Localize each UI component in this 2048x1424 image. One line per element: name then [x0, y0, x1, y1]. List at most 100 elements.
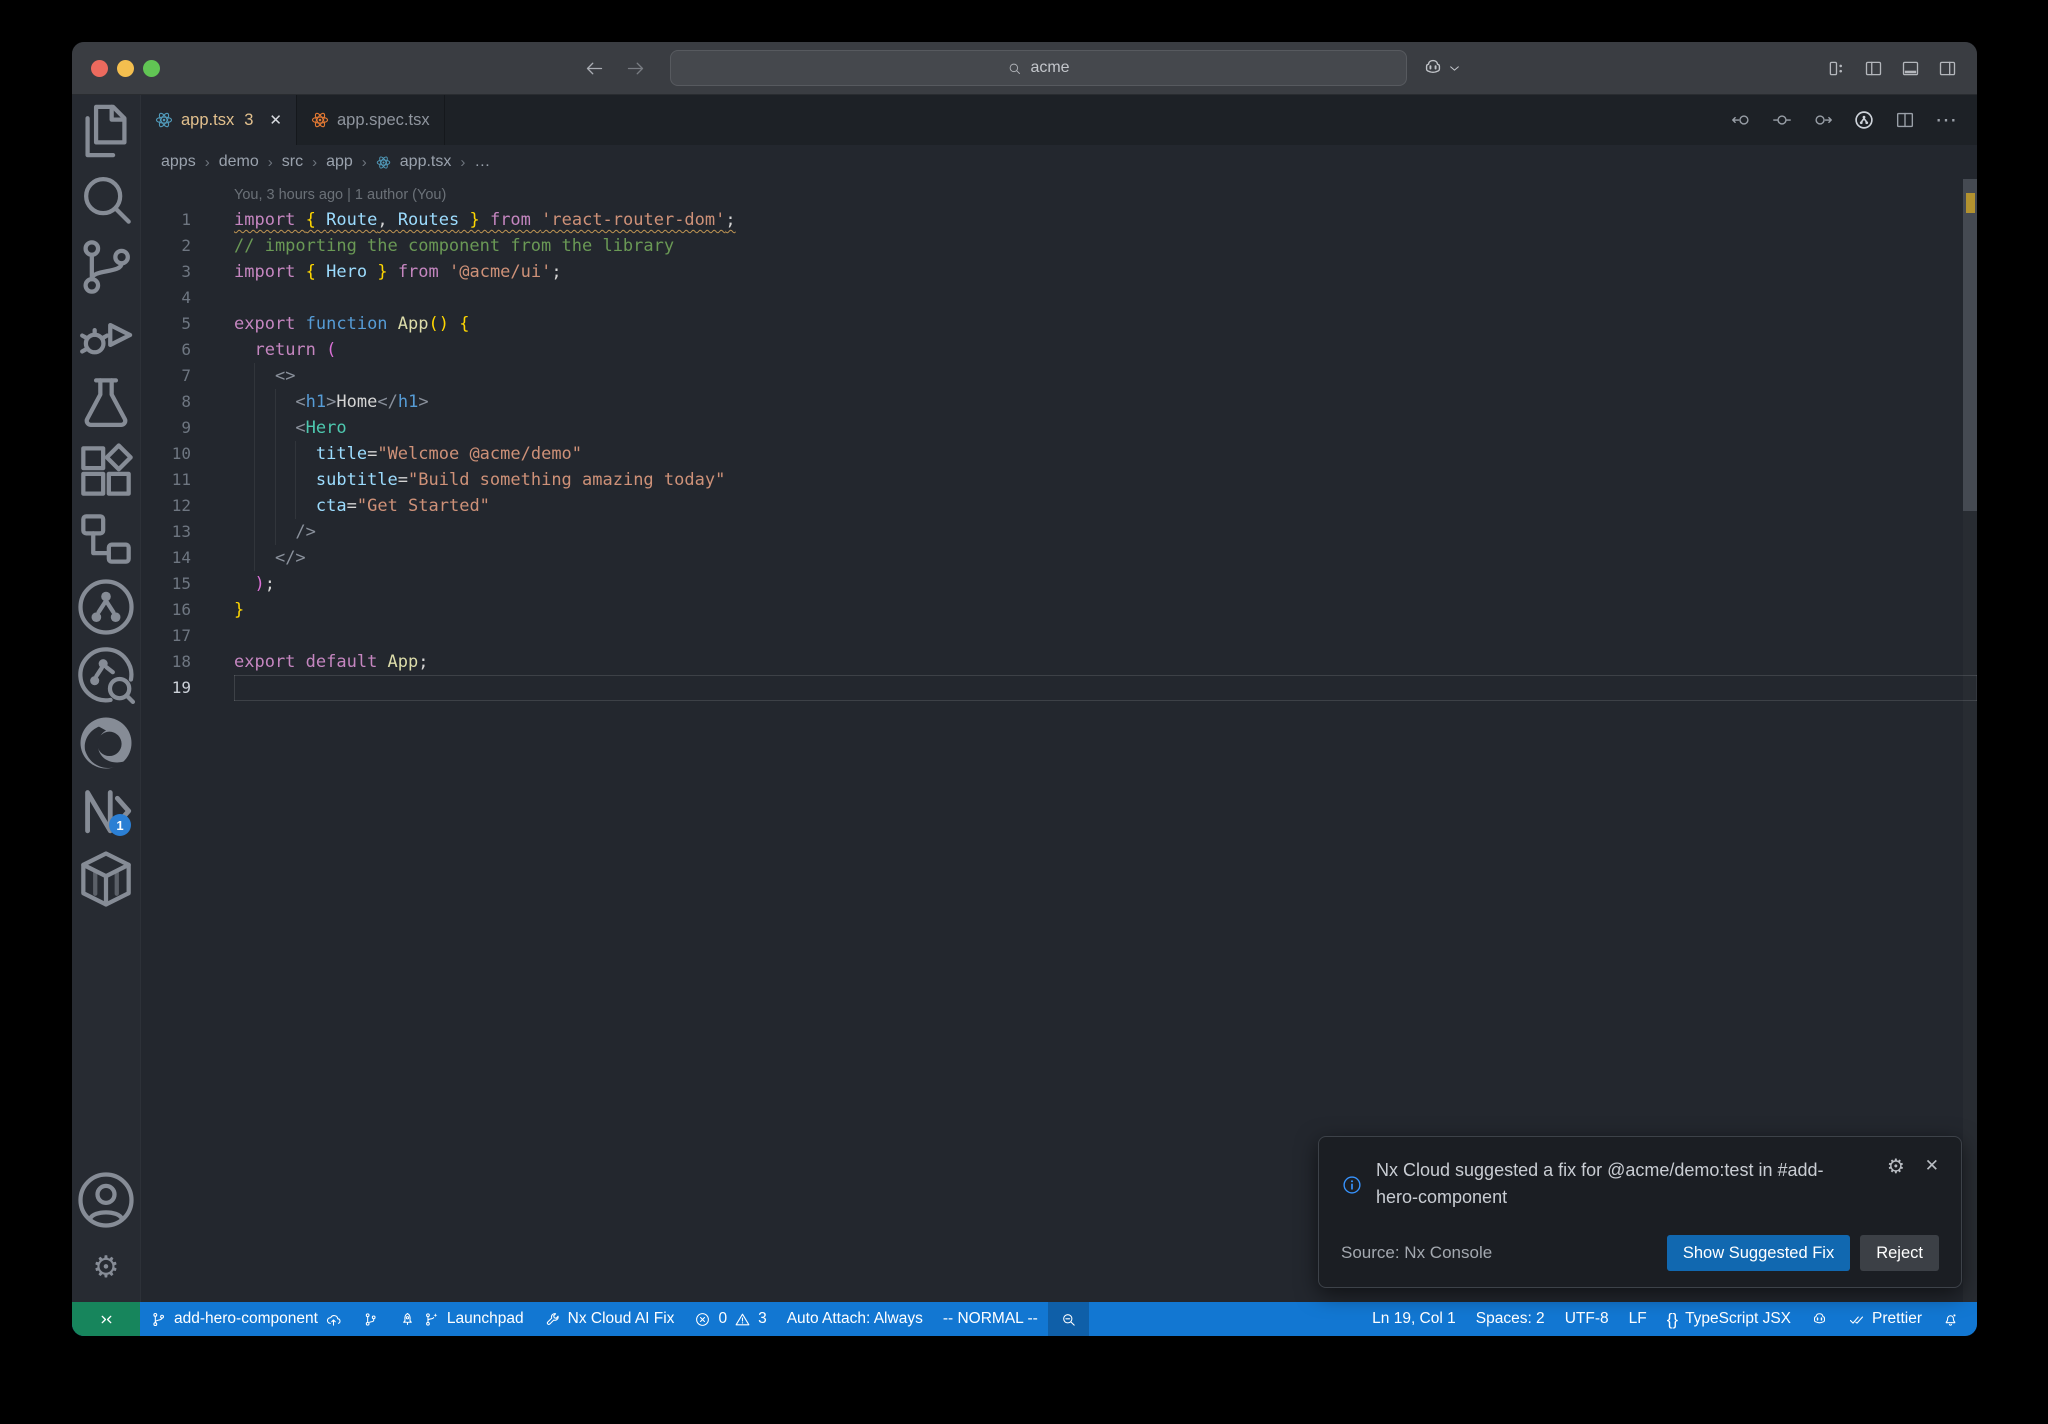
toggle-secondary-sidebar-icon[interactable] — [1937, 58, 1958, 79]
copilot-status[interactable] — [1801, 1302, 1838, 1336]
split-editor-icon[interactable] — [1894, 109, 1916, 131]
code-line[interactable]: 13 /> — [141, 519, 1977, 545]
react-icon — [376, 155, 391, 170]
breadcrumb-item[interactable]: apps — [161, 153, 196, 171]
rocket-icon — [399, 1311, 416, 1328]
graph-search-icon[interactable] — [72, 641, 140, 709]
testing-icon[interactable] — [72, 369, 140, 437]
layout-controls — [1826, 58, 1958, 79]
close-window-button[interactable] — [91, 59, 108, 77]
remote-indicator[interactable] — [72, 1302, 140, 1336]
blame-annotation[interactable]: You, 3 hours ago | 1 author (You) — [234, 183, 446, 207]
notifications-bell[interactable] — [1932, 1302, 1969, 1336]
indentation[interactable]: Spaces: 2 — [1466, 1302, 1555, 1336]
commit-graph[interactable] — [352, 1302, 389, 1336]
git-branch[interactable]: add-hero-component — [140, 1302, 352, 1336]
zoom-window-button[interactable] — [143, 59, 160, 77]
source-control-icon[interactable] — [72, 233, 140, 301]
vim-mode[interactable]: -- NORMAL -- — [933, 1302, 1048, 1336]
scrollbar[interactable] — [1963, 179, 1977, 1302]
customize-layout-icon[interactable] — [1826, 58, 1847, 79]
toggle-primary-sidebar-icon[interactable] — [1863, 58, 1884, 79]
code-line[interactable]: 5 export function App() { — [141, 311, 1977, 337]
notification-close-icon[interactable]: ✕ — [1925, 1157, 1939, 1174]
problems[interactable]: 03 — [684, 1302, 776, 1336]
explorer-icon[interactable] — [72, 97, 140, 165]
container-icon[interactable] — [72, 845, 140, 913]
status-text: Launchpad — [446, 1310, 524, 1327]
eol[interactable]: LF — [1619, 1302, 1657, 1336]
braces-icon: {} — [1666, 1309, 1679, 1329]
back-icon[interactable] — [584, 58, 605, 79]
copilot-icon — [1811, 1311, 1828, 1328]
line-number: 13 — [171, 522, 191, 541]
zoom-indicator[interactable] — [1047, 1302, 1089, 1336]
close-icon[interactable]: ✕ — [269, 111, 282, 129]
breadcrumb-item[interactable]: app.tsx — [400, 153, 452, 171]
code-line[interactable]: 2// importing the component from the lib… — [141, 233, 1977, 259]
code-line[interactable]: 7 <> — [141, 363, 1977, 389]
code-line[interactable]: 6 return ( — [141, 337, 1977, 363]
notification-settings-gear-icon[interactable]: ⚙ — [1887, 1157, 1905, 1177]
tab-app-tsx[interactable]: app.tsx 3 ✕ — [141, 95, 297, 145]
code-line[interactable]: 1 import { Route, Routes } from 'react-ro… — [141, 207, 1977, 233]
tab-label: app.tsx — [181, 110, 235, 129]
indent-guide — [275, 389, 276, 545]
code-line[interactable]: 17 — [141, 623, 1977, 649]
run-graph-icon[interactable] — [1853, 109, 1875, 131]
toggle-panel-icon[interactable] — [1900, 58, 1921, 79]
code-line[interactable]: 15 ); — [141, 571, 1977, 597]
settings-gear-icon[interactable]: ⚙ — [72, 1234, 140, 1302]
code-line[interactable]: 4 — [141, 285, 1977, 311]
command-center-search[interactable]: acme — [670, 50, 1407, 86]
nx-console-icon[interactable]: 1 — [72, 777, 140, 845]
change-circle-icon[interactable] — [1771, 109, 1793, 131]
prettier[interactable]: Prettier — [1838, 1302, 1932, 1336]
code-line[interactable]: 14 </> — [141, 545, 1977, 571]
account-icon[interactable] — [72, 1166, 140, 1234]
minimize-window-button[interactable] — [117, 59, 134, 77]
edge-browser-icon[interactable] — [72, 709, 140, 777]
prev-change-icon[interactable] — [1730, 109, 1752, 131]
encoding[interactable]: UTF-8 — [1555, 1302, 1619, 1336]
breadcrumb-item[interactable]: demo — [219, 153, 259, 171]
tab-app-spec-tsx[interactable]: app.spec.tsx — [297, 95, 445, 145]
project-graph-icon[interactable] — [72, 573, 140, 641]
code-line[interactable]: 10 title="Welcmoe @acme/demo" — [141, 441, 1977, 467]
code-line[interactable]: 18 export default App; — [141, 649, 1977, 675]
search-value: acme — [1030, 59, 1070, 76]
cursor-position[interactable]: Ln 19, Col 1 — [1362, 1302, 1466, 1336]
code-line[interactable]: 12 cta="Get Started" — [141, 493, 1977, 519]
language-mode[interactable]: {} TypeScript JSX — [1657, 1302, 1801, 1336]
info-icon — [1341, 1159, 1363, 1211]
extensions-icon[interactable] — [72, 437, 140, 505]
copilot-menu[interactable] — [1422, 57, 1461, 79]
code-editor[interactable]: You, 3 hours ago | 1 author (You) 1 impor… — [141, 179, 1977, 1302]
code-line[interactable]: 9 <Hero — [141, 415, 1977, 441]
nx-cloud-ai-fix[interactable]: Nx Cloud AI Fix — [534, 1302, 685, 1336]
auto-attach[interactable]: Auto Attach: Always — [777, 1302, 933, 1336]
breadcrumb-item[interactable]: app — [326, 153, 353, 171]
breadcrumb-item[interactable]: src — [282, 153, 303, 171]
reject-button[interactable]: Reject — [1860, 1235, 1939, 1271]
search-icon[interactable] — [72, 165, 140, 233]
more-actions-icon[interactable]: ⋯ — [1935, 109, 1957, 131]
hierarchy-icon[interactable] — [72, 505, 140, 573]
launchpad[interactable]: Launchpad — [389, 1302, 534, 1336]
code-line[interactable]: 11 subtitle="Build something amazing tod… — [141, 467, 1977, 493]
title-bar[interactable]: acme — [72, 42, 1977, 95]
forward-icon[interactable] — [625, 58, 646, 79]
next-change-icon[interactable] — [1812, 109, 1834, 131]
code-line[interactable]: 16} — [141, 597, 1977, 623]
status-text: TypeScript JSX — [1685, 1310, 1792, 1327]
status-text: 3 — [758, 1310, 767, 1327]
show-suggested-fix-button[interactable]: Show Suggested Fix — [1666, 1235, 1851, 1271]
cloud-upload-icon — [325, 1311, 342, 1328]
code-line[interactable]: 19 — [141, 675, 1977, 701]
breadcrumb-item[interactable]: … — [474, 153, 490, 171]
code-line[interactable]: 3 import { Hero } from '@acme/ui'; — [141, 259, 1977, 285]
scrollbar-thumb[interactable] — [1963, 179, 1977, 511]
code-line[interactable]: 8 <h1>Home</h1> — [141, 389, 1977, 415]
run-debug-icon[interactable] — [72, 301, 140, 369]
breadcrumb-separator: › — [312, 153, 318, 171]
